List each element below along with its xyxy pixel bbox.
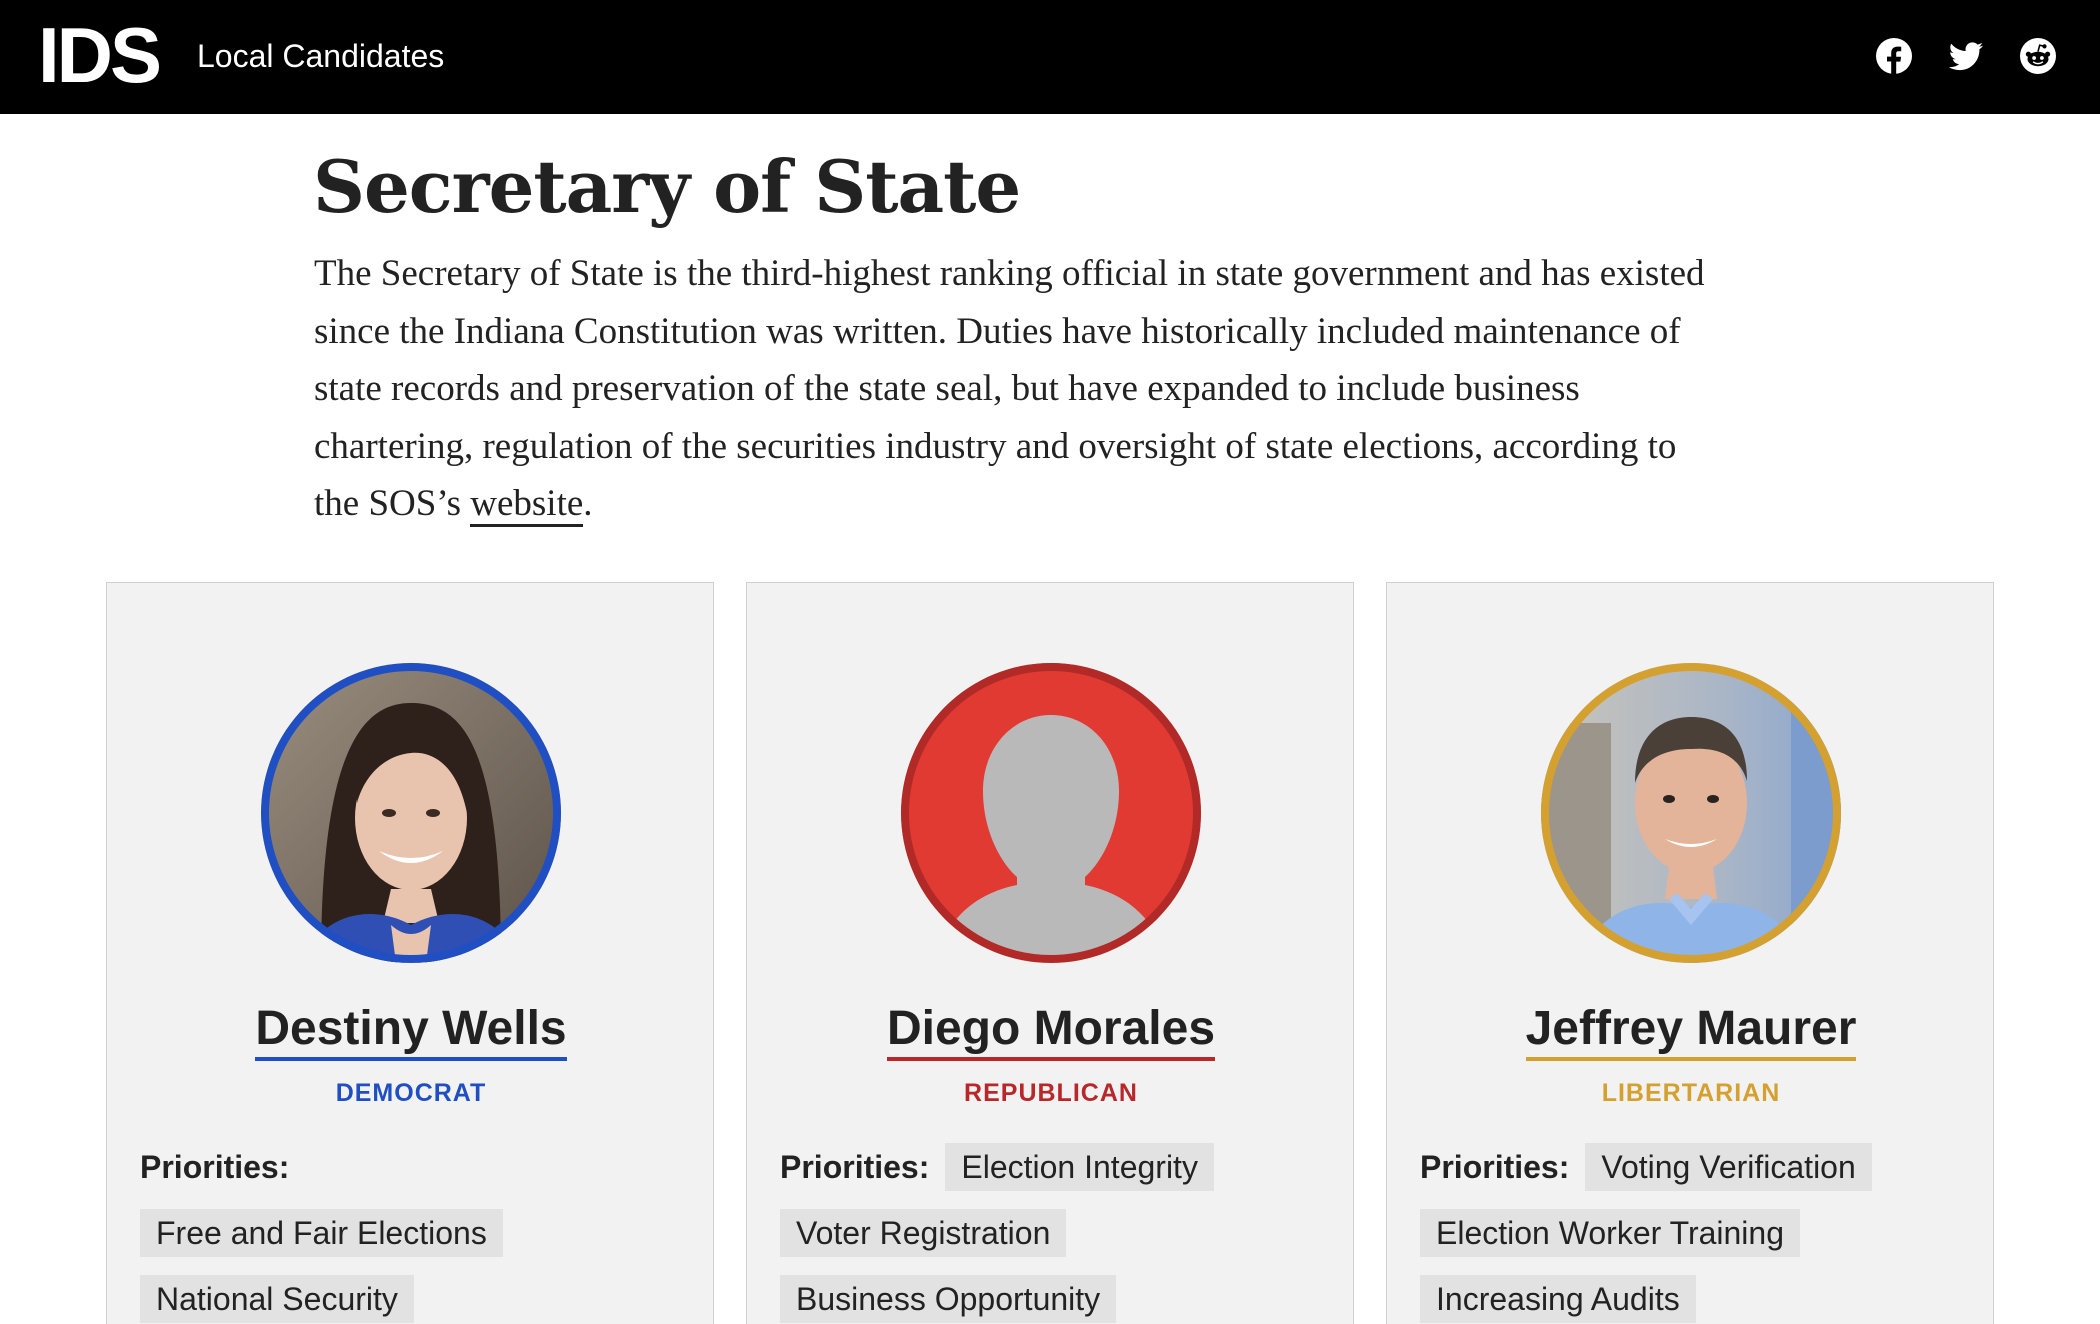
- priorities-list: Priorities: Election Integrity Voter Reg…: [780, 1143, 1340, 1323]
- website-link[interactable]: website: [470, 483, 584, 527]
- site-title[interactable]: Local Candidates: [197, 37, 444, 75]
- candidate-name[interactable]: Destiny Wells: [107, 1001, 715, 1061]
- twitter-icon[interactable]: [1947, 37, 1985, 75]
- priorities-label: Priorities:: [140, 1149, 290, 1185]
- candidate-name-link[interactable]: Destiny Wells: [255, 1002, 567, 1061]
- candidate-card: Destiny Wells DEMOCRAT Priorities: Free …: [106, 582, 714, 1324]
- candidate-photo-placeholder[interactable]: [901, 663, 1201, 963]
- candidate-name[interactable]: Diego Morales: [747, 1001, 1355, 1061]
- candidate-name[interactable]: Jeffrey Maurer: [1387, 1001, 1995, 1061]
- priority-tag: Election Integrity: [945, 1143, 1214, 1191]
- priority-tag: Free and Fair Elections: [140, 1209, 503, 1257]
- priority-tag: Voting Verification: [1585, 1143, 1872, 1191]
- ids-logo[interactable]: IDS: [38, 16, 162, 94]
- priorities-list: Priorities: Voting Verification Election…: [1420, 1143, 1980, 1323]
- facebook-icon[interactable]: [1875, 37, 1913, 75]
- priorities-label: Priorities:: [1420, 1149, 1570, 1185]
- candidate-name-link[interactable]: Diego Morales: [886, 1002, 1216, 1061]
- priority-tag: Business Opportunity: [780, 1275, 1117, 1323]
- priorities-label: Priorities:: [780, 1149, 930, 1185]
- party-label: REPUBLICAN: [964, 1079, 1138, 1107]
- party-label: DEMOCRAT: [335, 1079, 487, 1107]
- site-header: IDS Local Candidates: [0, 0, 2100, 114]
- page-title: Secretary of State: [313, 144, 1021, 229]
- reddit-icon[interactable]: [2019, 37, 2057, 75]
- intro-paragraph: The Secretary of State is the third-high…: [314, 245, 1714, 533]
- candidate-photo[interactable]: [1541, 663, 1841, 963]
- candidate-card: Diego Morales REPUBLICAN Priorities: Ele…: [746, 582, 1354, 1324]
- candidate-name-link[interactable]: Jeffrey Maurer: [1525, 1002, 1857, 1061]
- intro-end: .: [583, 483, 593, 524]
- candidate-card: Jeffrey Maurer LIBERTARIAN Priorities: V…: [1386, 582, 1994, 1324]
- priorities-list: Priorities: Free and Fair Elections Nati…: [140, 1143, 700, 1323]
- priority-tag: Election Worker Training: [1420, 1209, 1800, 1257]
- candidate-photo[interactable]: [261, 663, 561, 963]
- priority-tag: Voter Registration: [780, 1209, 1067, 1257]
- priority-tag: National Security: [140, 1275, 414, 1323]
- party-label: LIBERTARIAN: [1601, 1079, 1781, 1107]
- priority-tag: Increasing Audits: [1420, 1275, 1696, 1323]
